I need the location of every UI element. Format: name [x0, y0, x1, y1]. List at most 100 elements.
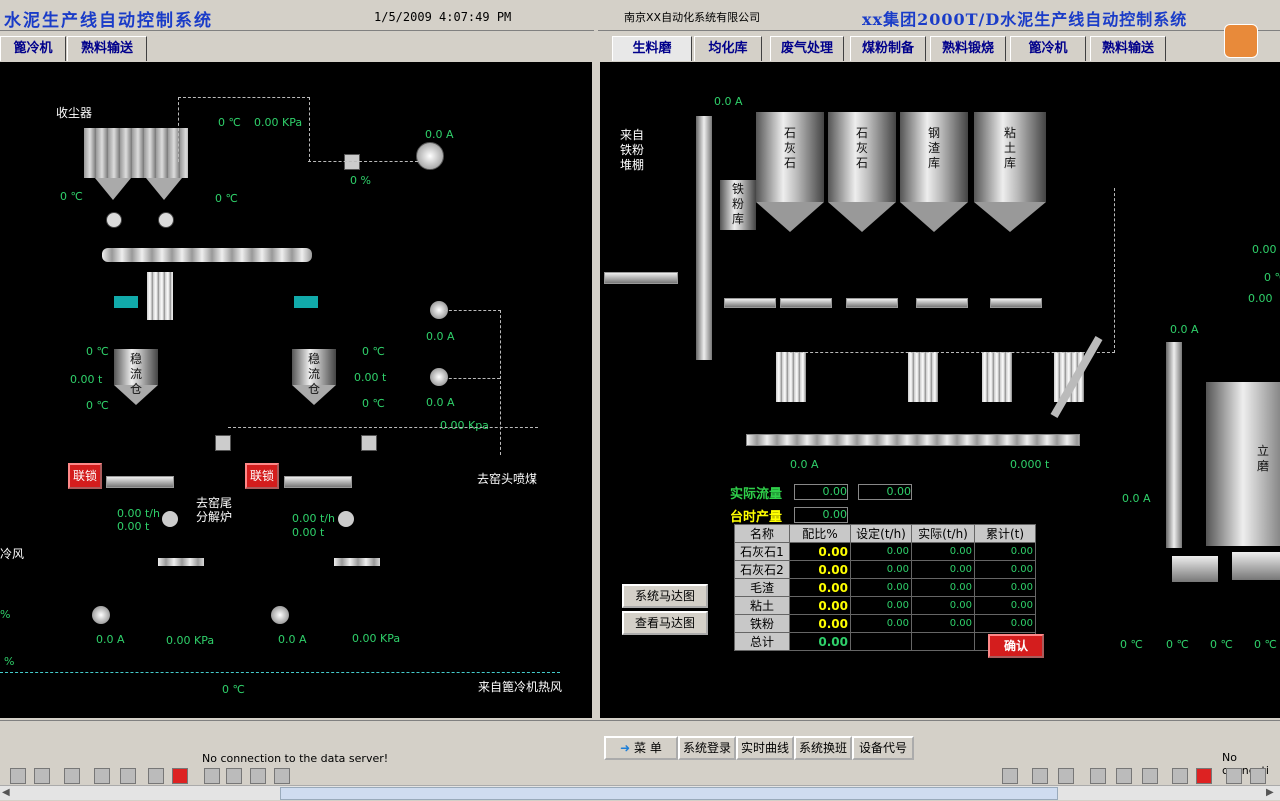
company-name: 南京XX自动化系统有限公司	[624, 11, 761, 24]
feeder-left[interactable]	[114, 296, 138, 308]
hopper-right	[146, 178, 182, 200]
tab-raw-mill[interactable]: 生料磨	[612, 36, 692, 61]
right-num-1: 0.00	[1252, 243, 1277, 256]
row-ratio[interactable]: 0.00	[789, 560, 851, 579]
iron-feed-belt[interactable]	[604, 272, 678, 284]
realtime-curve-button[interactable]: 实时曲线	[736, 736, 794, 760]
toolbar-icon[interactable]	[1172, 768, 1188, 784]
meter-left-icon[interactable]	[162, 511, 178, 527]
system-motor-button[interactable]: 系统马达图	[622, 584, 708, 608]
table-row: 粘土 0.00 0.00 0.00 0.00	[734, 596, 1036, 615]
col-ratio: 配比%	[789, 524, 851, 543]
dest-kiln-head: 去窑头喷煤	[477, 472, 538, 486]
toolbar-icon[interactable]	[34, 768, 50, 784]
fan-icon[interactable]	[416, 142, 444, 170]
toolbar-icon[interactable]	[94, 768, 110, 784]
tab-cooler-right[interactable]: 篦冷机	[1010, 36, 1086, 61]
damper-left[interactable]	[215, 435, 231, 451]
login-button[interactable]: 系统登录	[678, 736, 736, 760]
rotary-valve-2[interactable]	[158, 212, 174, 228]
meter-right-icon[interactable]	[338, 511, 354, 527]
row-ratio[interactable]: 0.00	[789, 614, 851, 633]
tab-clinker-transport[interactable]: 熟料输送	[1090, 36, 1166, 61]
proportion-table: 名称 配比% 设定(t/h) 实际(t/h) 累计(t) 石灰石1 0.00 0…	[734, 524, 1036, 651]
view-motor-button[interactable]: 查看马达图	[622, 611, 708, 635]
table-row: 石灰石1 0.00 0.00 0.00 0.00	[734, 542, 1036, 561]
menu-button[interactable]: ➜ 菜 单	[604, 736, 678, 760]
menu-icon: ➜	[620, 741, 631, 755]
toolbar-icon[interactable]	[1058, 768, 1074, 784]
screw-conveyor[interactable]	[102, 248, 312, 262]
damper-right[interactable]	[361, 435, 377, 451]
toolbar-icon[interactable]	[10, 768, 26, 784]
weigh-feeder-right[interactable]	[284, 476, 352, 488]
tab-homogenization[interactable]: 均化库	[694, 36, 762, 61]
elevator-current: 0.0 A	[714, 95, 743, 108]
mill-gearbox[interactable]	[1232, 552, 1280, 580]
mill-motor[interactable]	[1172, 556, 1218, 582]
valve-icon[interactable]	[344, 154, 360, 170]
scroll-right-arrow[interactable]: ▶	[1266, 787, 1274, 798]
right-num-3: 0.00	[1248, 292, 1273, 305]
tab-clinker-left[interactable]: 熟料输送	[67, 36, 147, 61]
pump-2-icon[interactable]	[271, 606, 289, 624]
row-set[interactable]: 0.00	[850, 614, 912, 633]
toolbar-icon[interactable]	[204, 768, 220, 784]
confirm-button[interactable]: 确认	[988, 634, 1044, 658]
row-name: 毛渣	[734, 578, 790, 597]
row-set[interactable]: 0.00	[850, 596, 912, 615]
tab-coal[interactable]: 煤粉制备	[850, 36, 926, 61]
toolbar-icon[interactable]	[120, 768, 136, 784]
pump-1-icon[interactable]	[92, 606, 110, 624]
weigh-feeder-left[interactable]	[106, 476, 174, 488]
tab-label: 熟料输送	[80, 41, 133, 56]
scroll-left-arrow[interactable]: ◀	[2, 787, 10, 798]
toolbar-icon[interactable]	[1002, 768, 1018, 784]
row-ratio[interactable]: 0.00	[789, 578, 851, 597]
row-set[interactable]: 0.00	[850, 560, 912, 579]
row-accum: 0.00	[974, 560, 1036, 579]
row-name: 铁粉	[734, 614, 790, 633]
toolbar-icon[interactable]	[274, 768, 290, 784]
hourly-output-value: 0.00	[794, 507, 848, 523]
toolbar-icon[interactable]	[1090, 768, 1106, 784]
toolbar-icon[interactable]	[1226, 768, 1242, 784]
toolbar-icon[interactable]	[64, 768, 80, 784]
belt-total: 0.000 t	[1010, 458, 1050, 471]
left-header: 水泥生产线自动控制系统 1/5/2009 4:07:49 PM	[0, 0, 594, 31]
device-code-button[interactable]: 设备代号	[852, 736, 914, 760]
tab-exhaust[interactable]: 废气处理	[770, 36, 844, 61]
horizontal-scrollbar[interactable]: ◀ ▶	[0, 785, 1280, 800]
surge-bin-left-label: 稳流仓	[129, 352, 142, 396]
alarm-icon[interactable]	[1196, 768, 1212, 784]
rotor-left[interactable]	[158, 558, 204, 566]
interlock-right-button[interactable]: 联锁	[245, 463, 279, 489]
dust-collector-label: 收尘器	[56, 106, 93, 120]
toolbar-icon[interactable]	[1142, 768, 1158, 784]
alarm-icon[interactable]	[172, 768, 188, 784]
interlock-left-button[interactable]: 联锁	[68, 463, 102, 489]
tab-clinker-burn[interactable]: 熟料锻烧	[930, 36, 1006, 61]
weigh-belt-1[interactable]	[724, 298, 776, 308]
toolbar-icon[interactable]	[250, 768, 266, 784]
row-set[interactable]: 0.00	[850, 578, 912, 597]
toolbar-icon[interactable]	[226, 768, 242, 784]
main-belt[interactable]	[746, 434, 1080, 446]
toolbar-icon[interactable]	[1250, 768, 1266, 784]
mill-current: 0.0 A	[1122, 492, 1151, 505]
row-ratio[interactable]: 0.00	[789, 596, 851, 615]
filter-1	[776, 352, 806, 402]
tab-cooler-left[interactable]: 篦冷机	[0, 36, 66, 61]
toolbar-icon[interactable]	[1032, 768, 1048, 784]
toolbar-icon[interactable]	[1116, 768, 1132, 784]
feeder-right[interactable]	[294, 296, 318, 308]
shift-change-button[interactable]: 系统换班	[794, 736, 852, 760]
row-set[interactable]: 0.00	[850, 542, 912, 561]
right-panel: 来自 铁粉 堆棚 0.0 A 铁 粉 库 石 灰 石 石 灰 石 钢 渣 库 粘…	[600, 62, 1280, 718]
rotary-valve-1[interactable]	[106, 212, 122, 228]
row-ratio[interactable]: 0.00	[789, 542, 851, 561]
tab-label: 熟料输送	[1101, 41, 1154, 56]
scroll-thumb[interactable]	[280, 787, 1058, 800]
rotor-right[interactable]	[334, 558, 380, 566]
toolbar-icon[interactable]	[148, 768, 164, 784]
